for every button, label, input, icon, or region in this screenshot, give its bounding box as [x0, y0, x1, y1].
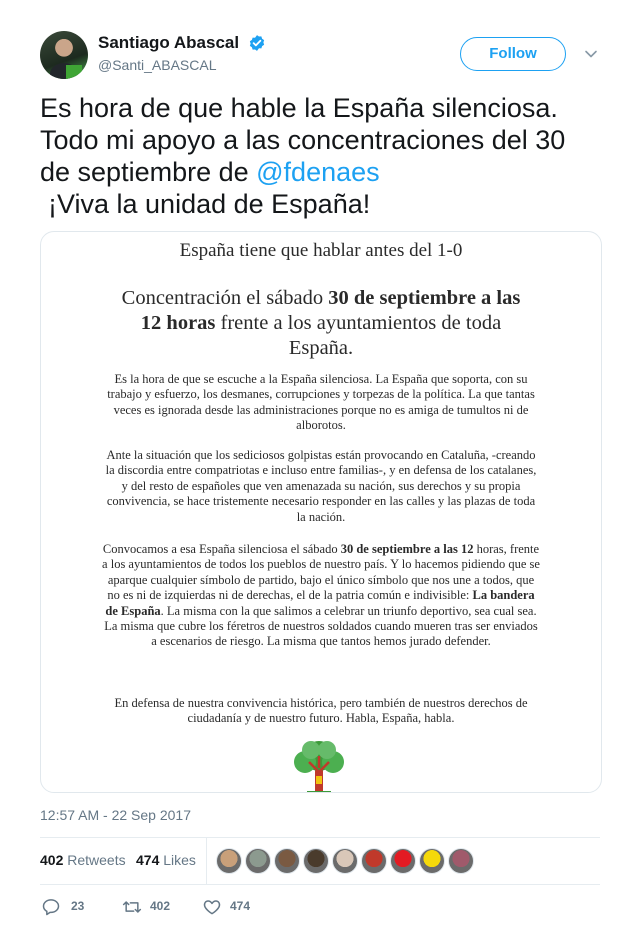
- divider: [206, 837, 207, 884]
- flyer-document: España tiene que hablar antes del 1-0 Co…: [41, 232, 601, 792]
- flyer-title: España tiene que hablar antes del 1-0: [179, 240, 463, 261]
- tweet-text: Es hora de que hable la España silencios…: [40, 92, 600, 220]
- reply-button[interactable]: 23: [40, 897, 100, 917]
- tweet-actions: 23 402 474: [40, 897, 600, 917]
- mention-link[interactable]: @fdenaes: [256, 157, 380, 187]
- liker-avatar-1[interactable]: [216, 848, 242, 874]
- flyer-text: . La misma con la que salimos a celebrar…: [104, 603, 538, 649]
- chevron-down-icon[interactable]: [584, 47, 598, 61]
- verified-badge-icon: [249, 35, 264, 51]
- liker-avatar-4[interactable]: [303, 848, 329, 874]
- liker-avatar-5[interactable]: [332, 848, 358, 874]
- tweet-header: Santiago Abascal @Santi_ABASCAL Follow: [40, 31, 600, 81]
- retweets-label: Retweets: [67, 852, 126, 868]
- likes-stat[interactable]: 474 Likes: [136, 852, 196, 868]
- author-handle[interactable]: @Santi_ABASCAL: [98, 57, 266, 73]
- tweet-media-image[interactable]: España tiene que hablar antes del 1-0 Co…: [40, 231, 602, 793]
- retweet-icon: [122, 901, 142, 913]
- follow-button[interactable]: Follow: [460, 37, 566, 71]
- flyer-headline: Concentración el sábado 30 de septiembre…: [111, 286, 531, 361]
- like-count: 474: [230, 899, 251, 913]
- liker-avatar-9[interactable]: [448, 848, 474, 874]
- tweet-text-line-3: de septiembre de: [40, 157, 257, 187]
- flyer-paragraph-2: Ante la situación que los sediciosos gol…: [105, 448, 537, 524]
- retweets-count: 402: [40, 852, 64, 868]
- likes-count: 474: [136, 852, 160, 868]
- flyer-headline-part: Concentración el sábado: [121, 287, 329, 309]
- flyer-paragraph-1: Es la hora de que se escuche a la España…: [107, 372, 535, 433]
- heart-icon: [203, 900, 221, 915]
- divider: [40, 884, 600, 885]
- reply-icon: [42, 899, 60, 916]
- like-button[interactable]: 474: [201, 897, 271, 917]
- flyer-paragraph-4: En defensa de nuestra convivencia histór…: [114, 696, 528, 726]
- retweet-button[interactable]: 402: [121, 897, 191, 917]
- liker-avatar-8[interactable]: [419, 848, 445, 874]
- likes-label: Likes: [163, 852, 196, 868]
- liker-avatar-7[interactable]: [390, 848, 416, 874]
- tweet-text-line-2: Todo mi apoyo a las concentraciones del …: [40, 125, 566, 155]
- author-name[interactable]: Santiago Abascal: [98, 33, 239, 53]
- flyer-paragraph-3: Convocamos a esa España silenciosa el sá…: [101, 542, 541, 650]
- retweet-count: 402: [150, 899, 171, 913]
- tweet-text-line-1: Es hora de que hable la España silencios…: [40, 93, 558, 123]
- liker-avatar-2[interactable]: [245, 848, 271, 874]
- flyer-text-bold: 30 de septiembre a las 12: [340, 542, 474, 556]
- reply-count: 23: [71, 899, 85, 913]
- flyer-headline-part: frente a los ayuntamientos de toda Españ…: [215, 312, 502, 359]
- liker-avatar-3[interactable]: [274, 848, 300, 874]
- tweet-timestamp[interactable]: 12:57 AM - 22 Sep 2017: [40, 807, 191, 823]
- author-info: Santiago Abascal @Santi_ABASCAL: [98, 33, 266, 73]
- tweet-stats: 402 Retweets 474 Likes: [40, 837, 600, 884]
- tree-logo-icon: [294, 741, 344, 792]
- retweets-stat[interactable]: 402 Retweets: [40, 852, 126, 868]
- author-avatar[interactable]: [40, 31, 88, 79]
- flyer-text: Convocamos a esa España silenciosa el sá…: [102, 542, 341, 556]
- tweet-text-line-4: ¡Viva la unidad de España!: [48, 189, 371, 219]
- avatar-podium: [66, 65, 82, 79]
- liker-avatar-6[interactable]: [361, 848, 387, 874]
